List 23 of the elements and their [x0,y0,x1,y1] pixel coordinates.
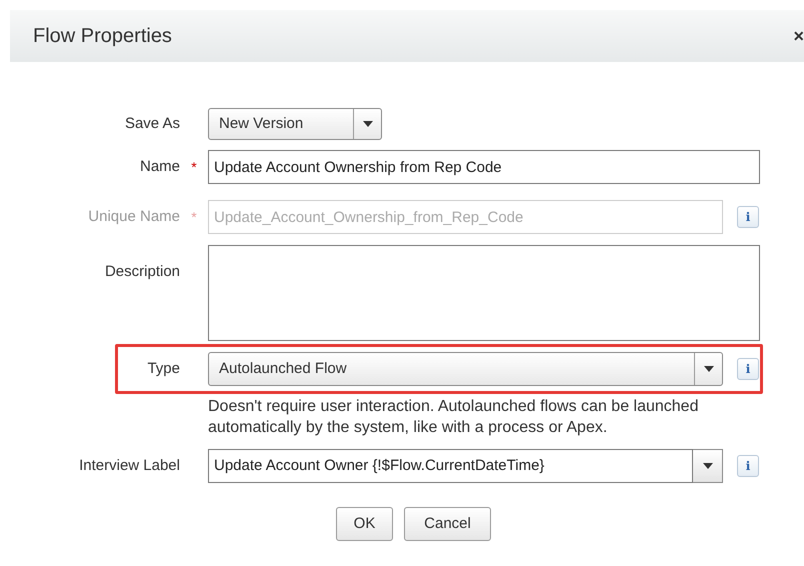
field-label: Name [140,156,180,177]
caret-icon [704,366,714,372]
caret-icon [702,463,712,469]
close-button[interactable]: × [793,27,804,45]
field-label: Description [104,262,180,282]
save-as-select[interactable]: New Version [208,108,382,140]
caret-icon [362,121,372,127]
required-mark: * [191,208,197,226]
dialog-button[interactable]: Cancel [404,507,491,541]
info-button[interactable]: i [737,358,759,380]
type-help-text: Doesn't require user interaction. Autolaunched flows can be launched automatically by the system, like with a process or Apex. [208,397,700,438]
dropdown-button[interactable] [693,449,723,483]
field-label: Unique Name [88,206,180,227]
field-label: Type [147,358,180,379]
info-button[interactable]: i [737,455,759,477]
type-select[interactable]: Autolaunched Flow [208,352,723,386]
dialog-button[interactable]: OK [336,507,393,541]
required-mark: * [191,158,197,176]
field-label: Save As [124,114,180,134]
name-field[interactable]: Update Account Ownership from Rep Code [208,150,760,184]
field-label: Interview Label [79,456,180,476]
dialog-title: Flow Properties [33,24,172,49]
description-field[interactable] [208,245,760,341]
